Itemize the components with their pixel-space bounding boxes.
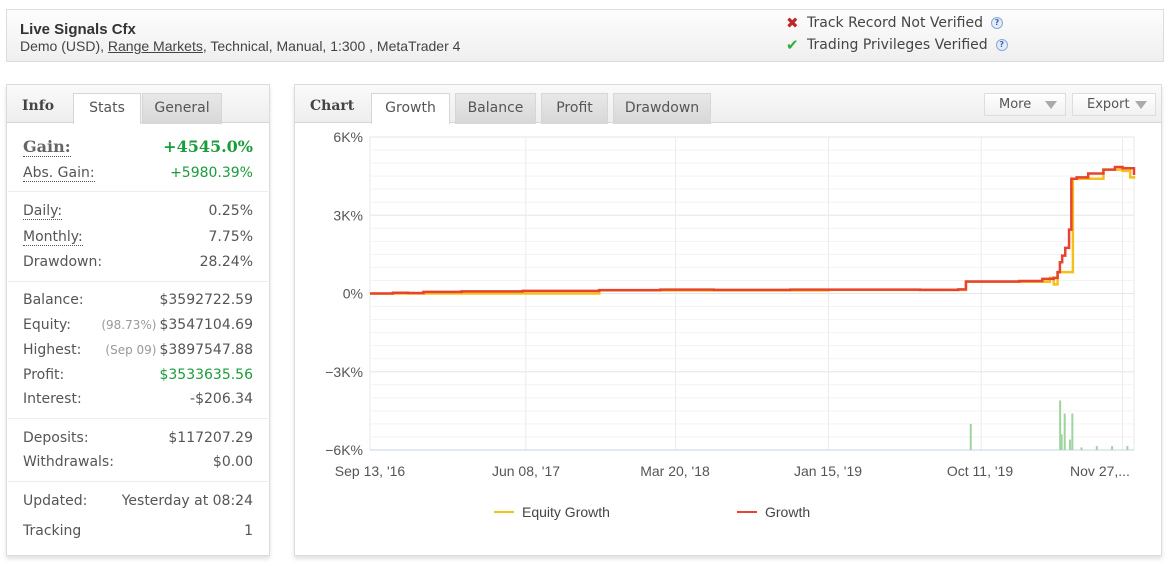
volume-bar <box>1111 446 1114 450</box>
x-axis-labels: Sep 13, '16 Jun 08, '17 Mar 20, '18 Jan 15,… <box>335 463 1130 479</box>
y-tick-label: 3K% <box>333 207 363 223</box>
legend-equity-label: Equity Growth <box>522 504 610 520</box>
volume-bar <box>969 423 972 450</box>
x-tick-label: Mar 20, '18 <box>640 463 710 479</box>
y-axis-labels: 6K% 3K% 0% −3K% −6K% <box>325 129 363 458</box>
legend-growth-label: Growth <box>765 504 810 520</box>
y-tick-label: −3K% <box>325 364 363 380</box>
chart-legend: Equity Growth Growth <box>494 504 810 520</box>
volume-bar <box>1080 447 1083 450</box>
x-tick-label: Oct 11, '19 <box>947 463 1013 479</box>
volume-bar <box>1069 439 1072 450</box>
volume-bar <box>1126 446 1129 450</box>
x-tick-label: Nov 27,... <box>1070 463 1130 479</box>
volume-bar <box>1095 446 1098 450</box>
x-tick-label: Sep 13, '16 <box>335 463 406 479</box>
growth-chart: 6K% 3K% 0% −3K% −6K% Sep 13, '16 Jun 08, '17 M… <box>325 129 1136 520</box>
x-tick-label: Jun 08, '17 <box>492 463 560 479</box>
volume-bar <box>1060 434 1063 450</box>
volume-bar <box>1071 413 1074 450</box>
y-tick-label: 6K% <box>333 129 363 145</box>
x-tick-label: Jan 15, '19 <box>794 463 862 479</box>
volume-bar <box>1063 413 1066 450</box>
y-tick-label: −6K% <box>325 442 363 458</box>
y-tick-label: 0% <box>343 286 363 302</box>
